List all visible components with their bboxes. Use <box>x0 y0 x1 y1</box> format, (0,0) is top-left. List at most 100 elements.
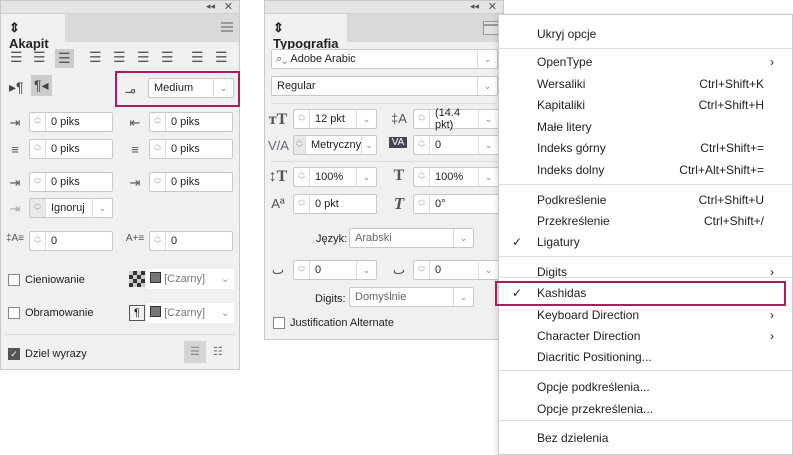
tab-akapit[interactable]: ⇕ Akapit <box>1 14 65 51</box>
diacritic-x-field[interactable]: ︿ ﹀ 0 ⌄ <box>293 260 377 280</box>
align-left-icon[interactable]: ☰ <box>10 49 23 66</box>
stepper[interactable]: ︿ ﹀ <box>150 173 166 191</box>
dropdown-value: [Czarny] <box>164 273 206 285</box>
menu-item-shortcut: Ctrl+Alt+Shift+= <box>679 163 764 177</box>
collapse-icon[interactable]: ◂◂ <box>470 1 479 12</box>
menu-item-ligatury[interactable]: ✓ Ligatury <box>499 232 792 253</box>
menu-item-opcje-przekreślenia[interactable]: Opcje przekreślenia... <box>499 399 792 420</box>
stepper[interactable]: ︿ ﹀ <box>414 195 430 213</box>
kerning-icon: V/A <box>268 138 289 153</box>
stepper[interactable]: ︿ ﹀ <box>150 140 166 158</box>
skew-field[interactable]: ︿ ﹀ 0° <box>413 194 499 214</box>
align-to-grid-dropdown[interactable]: ︿ ﹀ Ignoruj ⌄ <box>29 198 113 218</box>
drop-cap-chars-field[interactable]: ︿ ﹀ 0 <box>149 231 233 251</box>
last-line-indent-icon: ≡ <box>131 142 139 157</box>
shading-checkbox[interactable] <box>8 274 20 286</box>
justification-alternate-checkbox[interactable] <box>273 317 285 329</box>
stepper[interactable]: ︿ ﹀ <box>294 110 310 128</box>
tab-typografia[interactable]: ⇕ Typografia <box>265 14 347 51</box>
balance-ragged-icon[interactable]: ☰ <box>184 341 206 363</box>
field-value: 0° <box>435 198 446 210</box>
leading-field[interactable]: ︿ ﹀ (14.4 pkt) ⌄ <box>413 107 499 131</box>
align-center-icon[interactable]: ☰ <box>33 49 46 66</box>
paragraph-border-icon[interactable]: ¶ <box>129 305 145 321</box>
panel-menu-icon[interactable] <box>221 22 233 32</box>
close-icon[interactable]: ✕ <box>224 0 233 13</box>
shading-swatch-icon <box>129 271 145 287</box>
menu-item-character-direction[interactable]: Character Direction › <box>499 326 792 347</box>
menu-item-przekreślenie[interactable]: Przekreślenie Ctrl+Shift+/ <box>499 211 792 232</box>
language-dropdown[interactable]: Arabski ⌄ <box>349 228 474 248</box>
justify-right-icon[interactable]: ☰ <box>137 49 150 66</box>
color-swatch <box>150 306 161 317</box>
stepper[interactable]: ︿ ﹀ <box>414 168 430 186</box>
border-color-dropdown[interactable]: [Czarny] ⌄ <box>146 303 234 323</box>
justify-center-icon[interactable]: ☰ <box>113 49 126 66</box>
menu-item-indeks-dolny[interactable]: Indeks dolny Ctrl+Alt+Shift+= <box>499 160 792 181</box>
align-away-spine-icon[interactable]: ☰ <box>215 49 228 66</box>
menu-item-wersaliki[interactable]: Wersaliki Ctrl+Shift+K <box>499 74 792 95</box>
close-icon[interactable]: ✕ <box>488 0 497 13</box>
columns-icon[interactable]: ☷ <box>213 345 223 358</box>
horizontal-scale-field[interactable]: ︿ ﹀ 100% ⌄ <box>413 167 499 187</box>
align-towards-spine-icon[interactable]: ☰ <box>191 49 204 66</box>
menu-item-label: Indeks dolny <box>537 163 605 177</box>
menu-item-podkreślenie[interactable]: Podkreślenie Ctrl+Shift+U <box>499 190 792 211</box>
space-after-field[interactable]: ︿ ﹀ 0 piks <box>149 172 233 192</box>
hyphenation-dropdown[interactable]: Medium ⌄ <box>148 78 234 98</box>
last-line-indent-field[interactable]: ︿ ﹀ 0 piks <box>149 139 233 159</box>
justify-left-icon[interactable]: ☰ <box>89 49 102 66</box>
tracking-field[interactable]: ︿ ﹀ 0 ⌄ <box>413 135 499 155</box>
diacritic-y-field[interactable]: ︿ ﹀ 0 ⌄ <box>413 260 499 280</box>
stepper[interactable]: ︿ ﹀ <box>294 195 310 213</box>
shading-color-dropdown[interactable]: [Czarny] ⌄ <box>146 269 234 289</box>
menu-item-opcje-podkreślenia[interactable]: Opcje podkreślenia... <box>499 377 792 398</box>
drop-cap-lines-field[interactable]: ︿ ﹀ 0 <box>29 231 113 251</box>
menu-item-opentype[interactable]: OpenType › <box>499 52 792 73</box>
vertical-scale-field[interactable]: ︿ ﹀ 100% ⌄ <box>293 167 377 187</box>
menu-item-małe-litery[interactable]: Małe litery <box>499 117 792 138</box>
kerning-field[interactable]: ︿ ﹀ Metryczny ⌄ <box>293 135 377 155</box>
hyphenate-checkbox[interactable]: ✓ <box>8 348 20 360</box>
menu-item-bez-dzielenia[interactable]: Bez dzielenia <box>499 428 792 449</box>
justify-all-icon[interactable]: ☰ <box>161 49 174 66</box>
menu-item-kapitaliki[interactable]: Kapitaliki Ctrl+Shift+H <box>499 95 792 116</box>
menu-item-label: Opcje przekreślenia... <box>537 402 654 416</box>
digits-dropdown[interactable]: Domyślnie ⌄ <box>349 287 474 307</box>
align-right-icon[interactable]: ☰ <box>55 49 74 68</box>
field-value: 0 piks <box>171 143 200 155</box>
rtl-direction-icon[interactable]: ¶◂ <box>31 75 52 96</box>
stepper[interactable]: ︿ ﹀ <box>414 110 430 128</box>
stepper[interactable]: ︿ ﹀ <box>30 232 46 250</box>
menu-item-digits[interactable]: Digits › <box>499 262 792 283</box>
collapse-icon[interactable]: ◂◂ <box>206 1 215 12</box>
menu-item-ukryj-opcje[interactable]: Ukryj opcje <box>499 24 792 45</box>
stepper[interactable]: ︿ ﹀ <box>414 136 430 154</box>
menu-item-indeks-górny[interactable]: Indeks górny Ctrl+Shift+= <box>499 138 792 159</box>
font-size-field[interactable]: ︿ ﹀ 12 pkt ⌄ <box>293 109 377 129</box>
stepper[interactable]: ︿ ﹀ <box>150 232 166 250</box>
stepper[interactable]: ︿ ﹀ <box>30 173 46 191</box>
border-checkbox[interactable] <box>8 307 20 319</box>
stepper[interactable]: ︿ ﹀ <box>294 168 310 186</box>
stepper[interactable]: ︿ ﹀ <box>294 261 310 279</box>
first-line-indent-field[interactable]: ︿ ﹀ 0 piks <box>29 139 113 159</box>
menu-item-label: Diacritic Positioning... <box>537 350 652 364</box>
stepper[interactable]: ︿ ﹀ <box>30 113 46 131</box>
stepper[interactable]: ︿ ﹀ <box>414 261 430 279</box>
baseline-shift-field[interactable]: ︿ ﹀ 0 pkt <box>293 194 377 214</box>
right-indent-field[interactable]: ︿ ﹀ 0 piks <box>149 112 233 132</box>
stepper[interactable]: ︿ ﹀ <box>30 140 46 158</box>
space-before-field[interactable]: ︿ ﹀ 0 piks <box>29 172 113 192</box>
font-family-field[interactable]: ⌕⌄ Adobe Arabic ⌄ <box>271 49 498 69</box>
menu-item-shortcut: Ctrl+Shift+H <box>698 98 764 112</box>
ltr-direction-icon[interactable]: ▸¶ <box>9 79 24 96</box>
left-indent-field[interactable]: ︿ ﹀ 0 piks <box>29 112 113 132</box>
menu-item-label: Wersaliki <box>537 77 586 91</box>
first-line-indent-icon: ≡ <box>11 142 19 157</box>
menu-item-keyboard-direction[interactable]: Keyboard Direction › <box>499 305 792 326</box>
font-style-field[interactable]: Regular ⌄ <box>271 76 498 96</box>
stepper[interactable]: ︿ ﹀ <box>150 113 166 131</box>
panel-menu-icon[interactable] <box>483 21 499 35</box>
menu-item-diacritic-positioning[interactable]: Diacritic Positioning... <box>499 347 792 368</box>
